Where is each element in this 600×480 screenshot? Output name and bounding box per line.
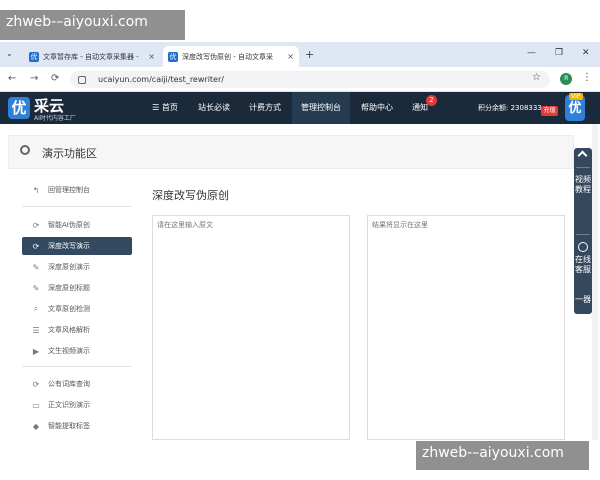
- sidebar-item-label: 文章风格解析: [48, 326, 90, 334]
- browser-tab-article-library[interactable]: 优 文章暂存库 - 自动文章采集器 - ×: [24, 46, 160, 67]
- panel-divider: [576, 234, 590, 235]
- page-title: 深度改写伪原创: [152, 189, 229, 202]
- sidebar-item-original-title[interactable]: ✎ 深度原创标题: [22, 279, 132, 297]
- tab-label: 深度改写伪原创 - 自动文章采: [182, 52, 273, 61]
- sidebar-item-label: 文生视频演示: [48, 347, 90, 355]
- demo-area-header: 演示功能区: [8, 135, 574, 169]
- sidebar-item-label: 深度原创标题: [48, 284, 90, 292]
- url-field[interactable]: ucaiyun.com/caiji/test_rewriter/: [70, 71, 550, 88]
- sidebar-item-label: 公有词库查询: [48, 380, 90, 388]
- search-icon: ⌕: [33, 304, 39, 313]
- tab-label: 文章暂存库 - 自动文章采集器 -: [43, 52, 139, 61]
- floating-help-panel: 视频教程 在线客服 一器: [574, 148, 592, 314]
- back-to-top-icon[interactable]: [577, 150, 588, 161]
- panel-trailing-text: 一器: [575, 295, 591, 304]
- headset-icon: [578, 242, 588, 252]
- list-icon: ☰: [32, 325, 40, 335]
- address-bar: ← → ⟳ ucaiyun.com/caiji/test_rewriter/ ☆…: [0, 67, 600, 92]
- sidebar-item-public-dictionary[interactable]: ⟳ 公有词库查询: [22, 375, 132, 393]
- gear-icon: [20, 145, 30, 155]
- sidebar-item-label: 深度改写演示: [48, 242, 90, 250]
- result-text-output[interactable]: [367, 215, 565, 440]
- monitor-icon: ▭: [32, 400, 40, 410]
- sidebar-item-originality-check[interactable]: ⌕ 文章原创检测: [22, 300, 132, 318]
- tab-favicon: 优: [29, 51, 39, 62]
- site-info-icon[interactable]: [78, 75, 86, 84]
- refresh-icon: ⟳: [32, 241, 40, 251]
- video-tutorial-link[interactable]: 视频教程: [574, 175, 592, 195]
- logo-tagline: AI时代内容工厂: [34, 115, 76, 122]
- nav-pricing[interactable]: 计费方式: [243, 92, 287, 124]
- back-arrow-icon: ↰: [32, 185, 40, 195]
- new-tab-icon[interactable]: +: [305, 48, 314, 61]
- sidebar-item-body-recognition[interactable]: ▭ 正文识别演示: [22, 396, 132, 414]
- video-icon: ▶: [32, 346, 40, 356]
- browser-tab-rewriter[interactable]: 优 深度改写伪原创 - 自动文章采 ×: [163, 46, 299, 67]
- sidebar-item-label: 深度原创演示: [48, 263, 90, 271]
- sidebar-divider: [22, 206, 132, 207]
- back-icon[interactable]: ←: [8, 73, 16, 84]
- sidebar-item-deep-original[interactable]: ✎ 深度原创演示: [22, 258, 132, 276]
- sidebar-item-text-to-video[interactable]: ▶ 文生视频演示: [22, 342, 132, 360]
- sidebar-item-label: 文章原创检测: [48, 305, 90, 313]
- edit-icon: ✎: [32, 262, 40, 272]
- sidebar-divider: [22, 366, 132, 367]
- nav-console[interactable]: 管理控制台: [292, 92, 350, 124]
- reload-icon[interactable]: ⟳: [51, 73, 59, 84]
- watermark-bottom: zhweb-–aiyouxi.com: [416, 441, 589, 470]
- forward-icon[interactable]: →: [30, 73, 38, 84]
- source-text-input[interactable]: [152, 215, 350, 440]
- sidebar-item-tag-extraction[interactable]: ◆ 智能提取标签: [22, 417, 132, 435]
- nav-home[interactable]: ☰ 首页: [145, 92, 185, 124]
- sidebar-item-ai-rewrite[interactable]: ⟳ 智能AI伪原创: [22, 216, 132, 234]
- page-scrollbar[interactable]: [592, 124, 598, 440]
- refresh-icon: ⟳: [32, 220, 40, 230]
- watermark-top: zhweb-–aiyouxi.com: [0, 10, 185, 40]
- edit-icon: ✎: [32, 283, 40, 293]
- bookmark-star-icon[interactable]: ☆: [532, 72, 541, 83]
- online-service-link[interactable]: 在线客服: [574, 255, 592, 275]
- nav-webmaster-guide[interactable]: 站长必读: [192, 92, 236, 124]
- tab-search-menu-icon[interactable]: ⌄: [6, 49, 13, 58]
- tab-favicon: 优: [168, 51, 178, 62]
- sidebar-item-style-analysis[interactable]: ☰ 文章风格解析: [22, 321, 132, 339]
- nav-help-center[interactable]: 帮助中心: [355, 92, 399, 124]
- window-close-icon[interactable]: ✕: [582, 48, 590, 58]
- sidebar-item-label: 智能AI伪原创: [48, 221, 90, 229]
- tab-close-icon[interactable]: ×: [143, 52, 155, 61]
- browser-tabstrip: ⌄ 优 文章暂存库 - 自动文章采集器 - × 优 深度改写伪原创 - 自动文章…: [0, 42, 600, 67]
- refresh-icon: ⟳: [32, 379, 40, 389]
- points-balance: 积分余额: 2308333: [478, 104, 542, 112]
- minimize-icon[interactable]: —: [527, 48, 536, 58]
- tab-close-icon[interactable]: ×: [282, 52, 294, 61]
- panel-divider: [576, 167, 590, 168]
- sidebar-item-label: 智能提取标签: [48, 422, 90, 430]
- recharge-button[interactable]: 充值: [541, 106, 558, 116]
- site-header: 优 采云 AI时代内容工厂 ☰ 首页 站长必读 计费方式 管理控制台 帮助中心 …: [0, 92, 600, 124]
- sidebar-item-deep-rewrite[interactable]: ⟳ 深度改写演示: [22, 237, 132, 255]
- browser-menu-icon[interactable]: ⋮: [582, 72, 592, 83]
- demo-area-title: 演示功能区: [42, 147, 97, 160]
- logo-icon[interactable]: 优: [8, 97, 30, 119]
- sidebar-item-label: 正文识别演示: [48, 401, 90, 409]
- tag-icon: ◆: [32, 421, 40, 431]
- sidebar-item-label: 回管理控制台: [48, 186, 90, 194]
- profile-avatar[interactable]: Я: [560, 73, 572, 85]
- restore-icon[interactable]: ❐: [555, 48, 563, 58]
- url-text: ucaiyun.com/caiji/test_rewriter/: [98, 75, 224, 84]
- vip-tag: VIP: [569, 93, 583, 100]
- sidebar-back-to-console[interactable]: ↰ 回管理控制台: [22, 181, 132, 199]
- notification-count-badge: 2: [426, 95, 437, 106]
